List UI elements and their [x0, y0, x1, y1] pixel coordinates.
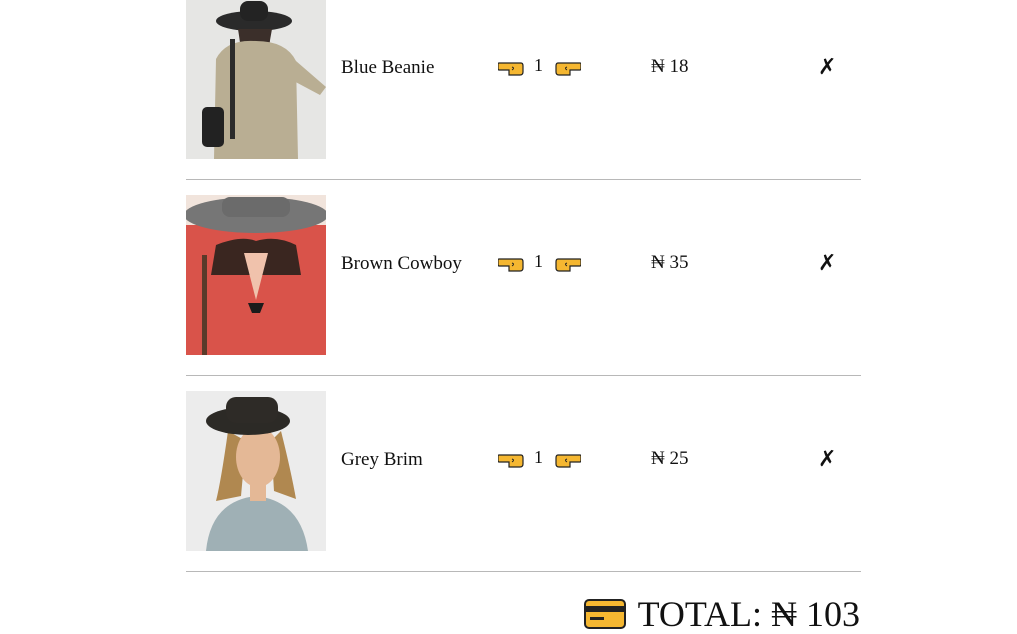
hand-pointing-right-icon[interactable]: [555, 256, 581, 272]
product-name: Grey Brim: [341, 449, 423, 470]
product-name: Blue Beanie: [341, 57, 435, 78]
product-price: ₦ 35: [651, 252, 689, 273]
total-label: TOTAL:: [637, 594, 762, 634]
credit-card-icon: [583, 599, 626, 629]
remove-item-button[interactable]: ✗: [818, 56, 836, 80]
product-price: ₦ 25: [651, 448, 689, 469]
product-image-grey-brim: [186, 391, 326, 551]
cart-row: Blue Beanie 1 ₦ 18 ✗: [186, 0, 861, 180]
quantity-value: 1: [534, 251, 543, 271]
quantity-value: 1: [534, 55, 543, 75]
total-value: ₦ 103: [771, 594, 860, 634]
remove-item-button[interactable]: ✗: [818, 448, 836, 472]
hand-pointing-left-icon[interactable]: [498, 452, 524, 468]
hand-pointing-right-icon[interactable]: [555, 60, 581, 76]
product-image-blue-beanie: [186, 0, 326, 159]
product-name: Brown Cowboy: [341, 253, 462, 274]
total-spacer: [762, 594, 771, 634]
hand-pointing-left-icon[interactable]: [498, 60, 524, 76]
remove-item-button[interactable]: ✗: [818, 252, 836, 276]
cart-row: Grey Brim 1 ₦ 25 ✗: [186, 376, 861, 572]
hand-pointing-left-icon[interactable]: [498, 256, 524, 272]
hand-pointing-right-icon[interactable]: [555, 452, 581, 468]
cart-row: Brown Cowboy 1 ₦ 35 ✗: [186, 180, 861, 376]
product-image-brown-cowboy: [186, 195, 326, 355]
cart-total: TOTAL: ₦ 103: [583, 594, 860, 634]
product-price: ₦ 18: [651, 56, 689, 77]
cart-list: Blue Beanie 1 ₦ 18 ✗ Brown Cowboy 1 ₦ 35…: [186, 0, 861, 572]
quantity-value: 1: [534, 447, 543, 467]
